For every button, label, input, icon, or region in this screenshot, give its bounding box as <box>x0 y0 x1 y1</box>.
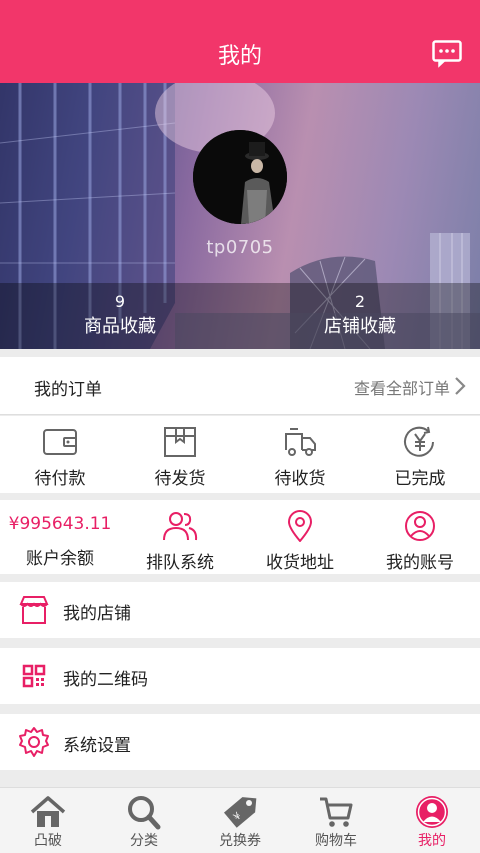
order-status-label: 待付款 <box>34 469 86 489</box>
top-bar: 我的 <box>0 0 480 83</box>
chevron-right-icon <box>455 377 466 395</box>
home-icon <box>30 796 66 827</box>
avatar-photo <box>193 130 287 224</box>
yuan-check-icon <box>404 426 434 457</box>
bottom-tab-bar: 凸破 分类 ¥ 兑换券 购物车 我的 <box>0 787 480 853</box>
tab-profile[interactable]: 我的 <box>384 788 480 853</box>
my-orders-title: 我的订单 <box>34 380 102 400</box>
tab-label: 购物车 <box>315 833 357 849</box>
order-status-row: 待付款 待发货 待收货 已完成 <box>0 416 480 493</box>
tab-label: 分类 <box>130 833 158 849</box>
my-account[interactable]: 我的账号 <box>360 500 480 574</box>
account-balance[interactable]: ¥995643.11 账户余额 <box>0 500 120 574</box>
order-status-pending-shipment[interactable]: 待发货 <box>120 416 240 493</box>
order-status-pending-receipt[interactable]: 待收货 <box>240 416 360 493</box>
avatar[interactable] <box>193 130 287 224</box>
balance-value: ¥995643.11 <box>8 514 112 534</box>
menu-item-my-store[interactable]: 我的店铺 <box>0 582 480 638</box>
tab-label: 兑换券 <box>219 833 261 849</box>
tab-home[interactable]: 凸破 <box>0 788 96 853</box>
menu-item-system-settings[interactable]: 系统设置 <box>0 714 480 770</box>
coupon-tag-icon: ¥ <box>223 797 257 828</box>
wallet-icon <box>43 429 77 455</box>
location-pin-icon <box>287 510 313 542</box>
profile-icon <box>416 796 448 828</box>
view-all-orders-link[interactable]: 查看全部订单 <box>354 375 450 399</box>
menu-item-label: 我的二维码 <box>63 670 148 690</box>
tab-cart[interactable]: 购物车 <box>288 788 384 853</box>
account-item-label: 排队系统 <box>146 553 214 573</box>
menu-item-label: 系统设置 <box>63 736 131 756</box>
account-item-label: 账户余额 <box>26 549 94 569</box>
product-favorites-count: 9 <box>114 292 126 311</box>
order-status-label: 已完成 <box>394 469 446 489</box>
tab-label: 我的 <box>418 833 446 849</box>
page-title: 我的 <box>217 44 262 69</box>
message-icon[interactable] <box>432 40 462 68</box>
order-status-label: 待发货 <box>154 469 206 489</box>
account-row: ¥995643.11 账户余额 排队系统 收货地址 我的账号 <box>0 500 480 574</box>
search-icon <box>128 796 161 830</box>
profile-banner: tp0705 9 商品收藏 2 店铺收藏 <box>0 83 480 349</box>
account-item-label: 收货地址 <box>266 553 334 573</box>
username: tp0705 <box>206 237 274 258</box>
order-status-label: 待收货 <box>274 469 326 489</box>
store-favorites-count: 2 <box>354 292 366 311</box>
store-favorites-label: 店铺收藏 <box>324 316 396 337</box>
product-favorites[interactable]: 9 商品收藏 <box>0 283 240 349</box>
user-icon <box>405 511 435 541</box>
store-icon <box>19 596 49 624</box>
tab-label: 凸破 <box>34 833 62 849</box>
shipping-address[interactable]: 收货地址 <box>240 500 360 574</box>
qrcode-icon <box>22 664 46 688</box>
queue-system[interactable]: 排队系统 <box>120 500 240 574</box>
order-status-pending-payment[interactable]: 待付款 <box>0 416 120 493</box>
cart-icon <box>320 797 353 827</box>
product-favorites-label: 商品收藏 <box>84 316 156 337</box>
package-icon <box>164 427 196 457</box>
menu-item-my-qrcode[interactable]: 我的二维码 <box>0 648 480 704</box>
truck-icon <box>285 428 316 456</box>
tab-category[interactable]: 分类 <box>96 788 192 853</box>
gear-icon <box>19 727 49 757</box>
account-item-label: 我的账号 <box>386 553 454 573</box>
tab-coupons[interactable]: ¥ 兑换券 <box>192 788 288 853</box>
my-orders-header[interactable]: 我的订单 查看全部订单 <box>0 357 480 415</box>
order-status-completed[interactable]: 已完成 <box>360 416 480 493</box>
store-favorites[interactable]: 2 店铺收藏 <box>240 283 480 349</box>
users-icon <box>163 512 198 541</box>
favorites-stats: 9 商品收藏 2 店铺收藏 <box>0 283 480 349</box>
menu-item-label: 我的店铺 <box>63 604 131 624</box>
